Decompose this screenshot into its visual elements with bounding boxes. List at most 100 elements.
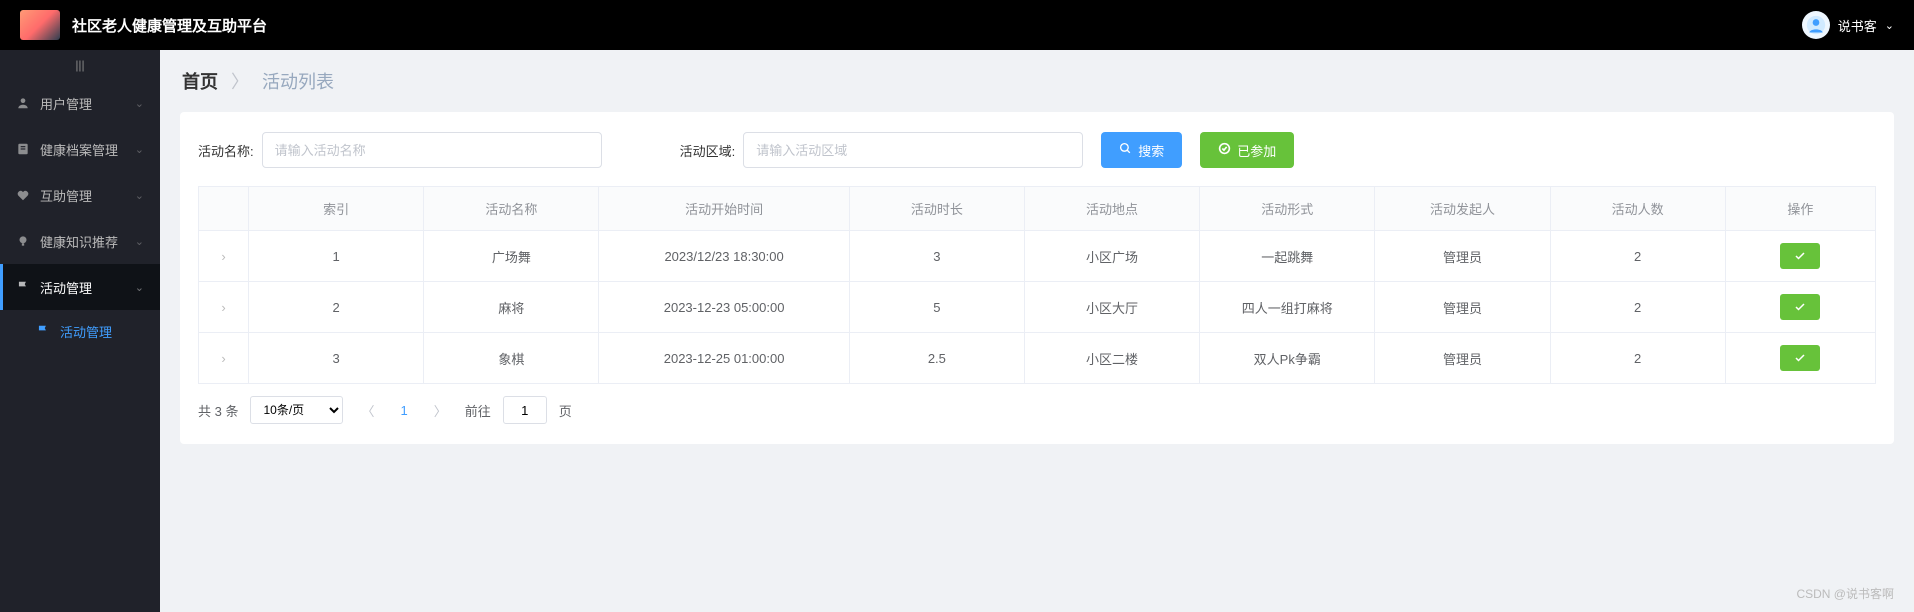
breadcrumb-separator: 〉 [231, 72, 249, 92]
chevron-down-icon: ⌄ [1885, 19, 1894, 32]
filter-region-label: 活动区域: [680, 141, 736, 160]
cell-actions [1725, 282, 1875, 333]
col-start: 活动开始时间 [599, 187, 849, 231]
table-row: › 1 广场舞 2023/12/23 18:30:00 3 小区广场 一起跳舞 … [199, 231, 1876, 282]
sidebar-collapse-button[interactable]: ||| [0, 50, 160, 80]
cell-index: 3 [249, 333, 424, 384]
sidebar-item-label: 互助管理 [40, 186, 135, 205]
col-place: 活动地点 [1024, 187, 1199, 231]
cell-duration: 2.5 [849, 333, 1024, 384]
sidebar: ||| 用户管理 ⌄ 健康档案管理 ⌄ 互助管理 ⌄ 健康知识推荐 ⌄ 活动管理 [0, 50, 160, 612]
filter-name-label: 活动名称: [198, 141, 254, 160]
sidebar-item-label: 活动管理 [40, 278, 135, 297]
sidebar-subitem-activity-manage[interactable]: 活动管理 [0, 310, 160, 352]
sidebar-item-knowledge[interactable]: 健康知识推荐 ⌄ [0, 218, 160, 264]
cell-count: 2 [1550, 282, 1725, 333]
cell-creator: 管理员 [1375, 333, 1550, 384]
joined-button[interactable]: 已参加 [1200, 132, 1294, 168]
sidebar-item-health-records[interactable]: 健康档案管理 ⌄ [0, 126, 160, 172]
goto-page-input[interactable] [503, 396, 547, 424]
sidebar-item-activity[interactable]: 活动管理 ⌄ [0, 264, 160, 310]
chevron-down-icon: ⌄ [135, 189, 144, 202]
col-creator: 活动发起人 [1375, 187, 1550, 231]
chevron-down-icon: ⌄ [135, 281, 144, 294]
cell-creator: 管理员 [1375, 231, 1550, 282]
breadcrumb: 首页 〉 活动列表 [160, 50, 1914, 112]
cell-index: 2 [249, 282, 424, 333]
pagination: 共 3 条 10条/页 〈 1 〉 前往 页 [198, 396, 1876, 424]
cell-form: 一起跳舞 [1200, 231, 1375, 282]
sidebar-item-mutual-aid[interactable]: 互助管理 ⌄ [0, 172, 160, 218]
next-page-button[interactable]: 〉 [428, 401, 453, 420]
main-content: 首页 〉 活动列表 活动名称: 活动区域: 搜索 [160, 50, 1914, 612]
cell-actions [1725, 231, 1875, 282]
breadcrumb-home[interactable]: 首页 [182, 72, 218, 92]
cell-count: 2 [1550, 333, 1725, 384]
page-suffix: 页 [559, 401, 572, 420]
col-duration: 活动时长 [849, 187, 1024, 231]
cell-creator: 管理员 [1375, 282, 1550, 333]
search-button[interactable]: 搜索 [1101, 132, 1182, 168]
cell-form: 双人Pk争霸 [1200, 333, 1375, 384]
row-action-button[interactable] [1780, 294, 1820, 320]
header: 社区老人健康管理及互助平台 说书客 ⌄ [0, 0, 1914, 50]
expand-row-button[interactable]: › [199, 282, 249, 333]
activity-region-input[interactable] [743, 132, 1083, 168]
search-icon [1119, 142, 1132, 158]
activity-table: 索引 活动名称 活动开始时间 活动时长 活动地点 活动形式 活动发起人 活动人数… [198, 186, 1876, 384]
content-card: 活动名称: 活动区域: 搜索 已参加 [180, 112, 1894, 444]
expand-row-button[interactable]: › [199, 333, 249, 384]
page-number[interactable]: 1 [392, 403, 415, 418]
filter-bar: 活动名称: 活动区域: 搜索 已参加 [198, 132, 1876, 168]
header-left: 社区老人健康管理及互助平台 [20, 10, 267, 40]
cell-start: 2023-12-23 05:00:00 [599, 282, 849, 333]
col-index: 索引 [249, 187, 424, 231]
sidebar-subitem-label: 活动管理 [60, 322, 112, 341]
flag-icon [36, 324, 50, 338]
row-action-button[interactable] [1780, 345, 1820, 371]
check-icon [1218, 142, 1231, 158]
cell-place: 小区广场 [1024, 231, 1199, 282]
user-menu[interactable]: 说书客 ⌄ [1802, 11, 1894, 39]
goto-label: 前往 [465, 401, 491, 420]
chevron-down-icon: ⌄ [135, 97, 144, 110]
expand-row-button[interactable]: › [199, 231, 249, 282]
col-actions: 操作 [1725, 187, 1875, 231]
col-form: 活动形式 [1200, 187, 1375, 231]
cell-name: 象棋 [424, 333, 599, 384]
cell-duration: 3 [849, 231, 1024, 282]
col-expand [199, 187, 249, 231]
table-header: 索引 活动名称 活动开始时间 活动时长 活动地点 活动形式 活动发起人 活动人数… [199, 187, 1876, 231]
cell-name: 广场舞 [424, 231, 599, 282]
chevron-down-icon: ⌄ [135, 143, 144, 156]
breadcrumb-current: 活动列表 [262, 72, 334, 92]
avatar [1802, 11, 1830, 39]
cell-name: 麻将 [424, 282, 599, 333]
table-row: › 3 象棋 2023-12-25 01:00:00 2.5 小区二楼 双人Pk… [199, 333, 1876, 384]
cell-place: 小区大厅 [1024, 282, 1199, 333]
logo-image [20, 10, 60, 40]
activity-name-input[interactable] [262, 132, 602, 168]
flag-icon [16, 280, 30, 294]
app-title: 社区老人健康管理及互助平台 [72, 15, 267, 36]
heart-icon [16, 188, 30, 202]
sidebar-item-label: 健康知识推荐 [40, 232, 135, 251]
chevron-down-icon: ⌄ [135, 235, 144, 248]
cell-form: 四人一组打麻将 [1200, 282, 1375, 333]
user-icon [16, 96, 30, 110]
sidebar-item-label: 健康档案管理 [40, 140, 135, 159]
cell-start: 2023-12-25 01:00:00 [599, 333, 849, 384]
user-name: 说书客 [1838, 16, 1877, 35]
row-action-button[interactable] [1780, 243, 1820, 269]
sidebar-item-user[interactable]: 用户管理 ⌄ [0, 80, 160, 126]
cell-place: 小区二楼 [1024, 333, 1199, 384]
cell-start: 2023/12/23 18:30:00 [599, 231, 849, 282]
page-size-select[interactable]: 10条/页 [250, 396, 343, 424]
cell-count: 2 [1550, 231, 1725, 282]
prev-page-button[interactable]: 〈 [355, 401, 380, 420]
table-row: › 2 麻将 2023-12-23 05:00:00 5 小区大厅 四人一组打麻… [199, 282, 1876, 333]
bulb-icon [16, 234, 30, 248]
col-name: 活动名称 [424, 187, 599, 231]
cell-index: 1 [249, 231, 424, 282]
cell-actions [1725, 333, 1875, 384]
